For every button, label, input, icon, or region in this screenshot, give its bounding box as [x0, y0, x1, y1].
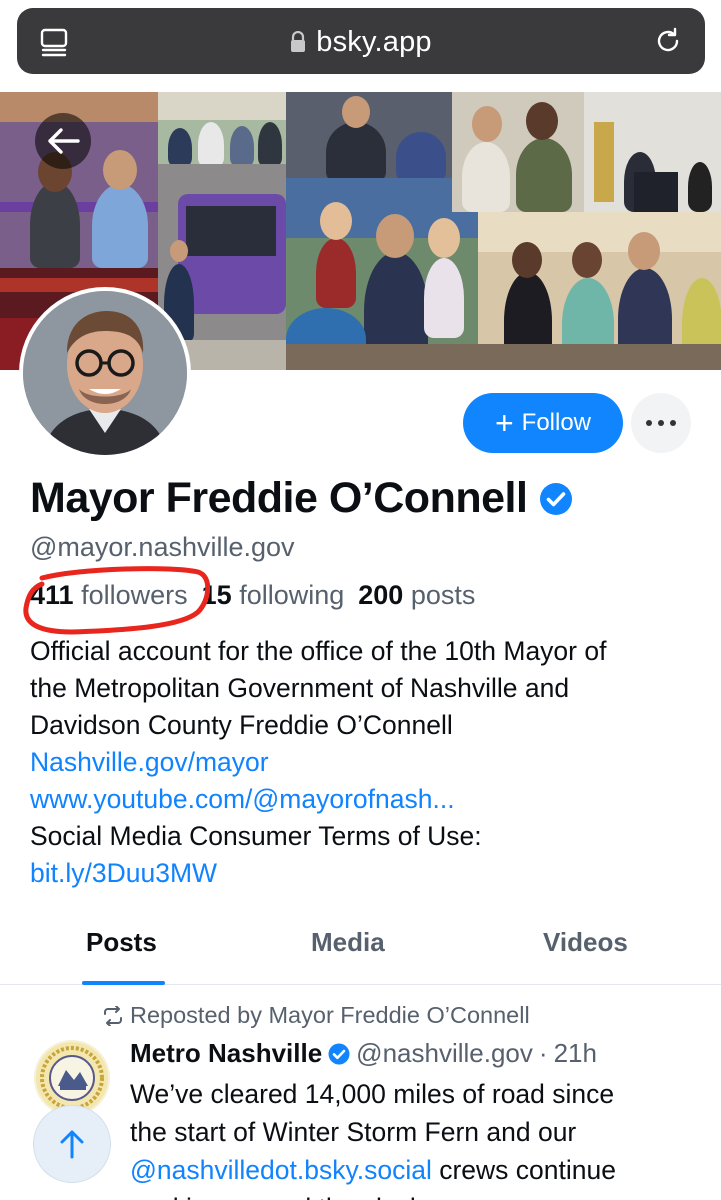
post-author-handle[interactable]: @nashville.gov — [356, 1038, 533, 1069]
banner-photo-podium — [584, 92, 721, 212]
post-meta-separator: · — [538, 1038, 548, 1068]
bio-link-website[interactable]: Nashville.gov/mayor — [30, 744, 710, 781]
repost-indicator[interactable]: Reposted by Mayor Freddie O’Connell — [102, 1002, 530, 1029]
post-text-line: @nashvilledot.bsky.social crews continue — [130, 1151, 710, 1189]
bio-line: Social Media Consumer Terms of Use: — [30, 821, 482, 851]
banner-photo-handshake — [286, 92, 452, 178]
follow-label: Follow — [521, 409, 592, 436]
post-body[interactable]: We’ve cleared 14,000 miles of road since… — [130, 1075, 710, 1200]
avatar-portrait — [23, 291, 187, 455]
profile-bio: Official account for the office of the 1… — [30, 633, 710, 892]
post-text-line: We’ve cleared 14,000 miles of road since — [130, 1079, 615, 1109]
profile-avatar[interactable] — [19, 287, 191, 459]
post-text-line: working around the clock — [130, 1189, 710, 1200]
post-mention-link[interactable]: @nashvilledot.bsky.social — [130, 1155, 432, 1185]
arrow-up-icon — [60, 1130, 84, 1159]
banner-photo-street — [286, 344, 721, 370]
bio-line: Official account for the office of the 1… — [30, 636, 607, 666]
back-button[interactable] — [35, 113, 91, 169]
red-circle-annotation — [23, 566, 210, 635]
posts-stat: 200 posts — [358, 580, 475, 610]
banner-photo-children — [286, 178, 478, 370]
url-label: bsky.app — [316, 26, 432, 58]
address-bar[interactable]: bsky.app — [17, 8, 705, 74]
avatar-photo — [23, 291, 187, 455]
follow-button[interactable]: + Follow — [463, 393, 623, 453]
scroll-to-top-button[interactable] — [33, 1105, 111, 1183]
banner-photo-meeting — [452, 92, 584, 212]
bio-link-terms[interactable]: bit.ly/3Duu3MW — [30, 855, 710, 892]
post-header: Metro Nashville @nashville.gov · 21h — [130, 1038, 597, 1069]
bio-line: Davidson County Freddie O’Connell — [30, 710, 453, 740]
profile-display-name: Mayor Freddie O’Connell — [30, 474, 573, 523]
post-text-fragment: crews continue — [431, 1155, 616, 1185]
arrow-left-icon — [48, 128, 80, 154]
plus-icon: + — [494, 405, 514, 441]
post-timestamp[interactable]: 21h — [554, 1038, 597, 1069]
profile-handle: @mayor.nashville.gov — [30, 532, 295, 562]
ellipsis-icon-dot — [646, 420, 652, 426]
ellipsis-icon-dot — [658, 420, 664, 426]
bio-link-youtube[interactable]: www.youtube.com/@mayorofnash... — [30, 781, 710, 818]
following-link[interactable]: 15 following — [202, 580, 345, 610]
lock-icon — [291, 31, 306, 52]
tab-posts[interactable]: Posts — [86, 927, 157, 958]
repost-label: Reposted by Mayor Freddie O’Connell — [130, 1002, 530, 1028]
post-text-line: the start of Winter Storm Fern and our — [130, 1117, 577, 1147]
display-name-text: Mayor Freddie O’Connell — [30, 474, 528, 522]
tab-media[interactable]: Media — [311, 927, 385, 958]
banner-photo-outdoor-event — [158, 92, 286, 164]
bio-line: the Metropolitan Government of Nashville… — [30, 673, 570, 703]
tab-videos[interactable]: Videos — [543, 927, 628, 958]
following-label: following — [239, 580, 345, 610]
ellipsis-icon-dot — [670, 420, 676, 426]
posts-count: 200 — [358, 580, 404, 610]
repost-icon — [104, 1005, 122, 1026]
browser-chrome: bsky.app — [0, 0, 721, 92]
post-author-name[interactable]: Metro Nashville — [130, 1038, 322, 1069]
verified-badge-icon — [540, 482, 573, 515]
active-tab-indicator — [82, 981, 165, 985]
reload-icon[interactable] — [653, 26, 683, 56]
url-text[interactable]: bsky.app — [17, 26, 705, 59]
more-options-button[interactable] — [631, 393, 691, 453]
verified-badge-icon — [328, 1043, 350, 1064]
posts-label: posts — [410, 580, 476, 610]
profile-tabs: Posts Media Videos — [0, 915, 721, 985]
